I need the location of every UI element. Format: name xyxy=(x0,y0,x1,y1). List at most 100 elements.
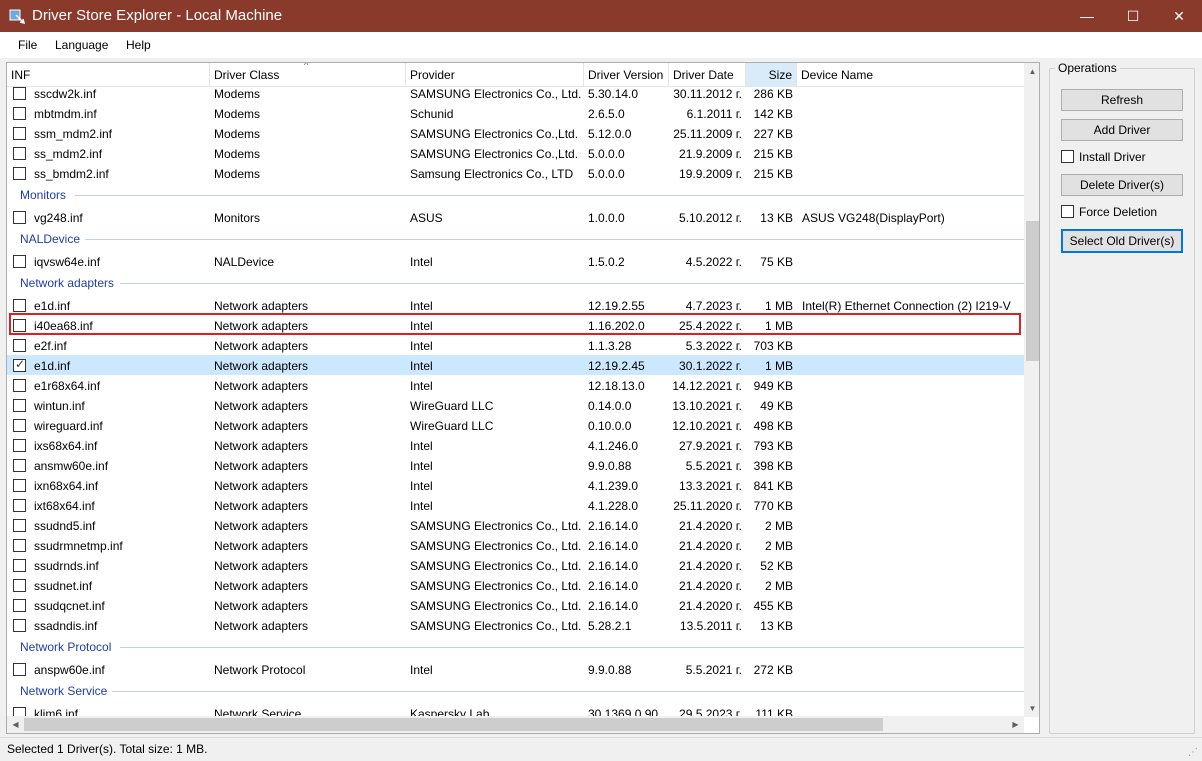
row-checkbox[interactable] xyxy=(13,439,26,452)
table-row[interactable]: ansmw60e.inf Network adapters Intel 9.9.0.8… xyxy=(7,455,1024,475)
resize-grip-icon[interactable]: ⋰ xyxy=(1188,747,1200,759)
group-divider xyxy=(120,647,1024,648)
group-header-monitors[interactable]: Monitors xyxy=(7,183,1024,207)
driver-list[interactable]: INF Driver Class ^ Provider Driver Versi… xyxy=(6,62,1040,734)
row-checkbox[interactable] xyxy=(13,255,26,268)
horizontal-scroll-thumb[interactable] xyxy=(24,718,883,731)
delete-drivers-button[interactable]: Delete Driver(s) xyxy=(1061,174,1183,196)
table-row[interactable]: ssm_mdm2.inf Modems SAMSUNG Electronics Co… xyxy=(7,123,1024,143)
install-driver-checkbox-box[interactable] xyxy=(1061,150,1074,163)
row-checkbox[interactable] xyxy=(13,599,26,612)
table-row[interactable]: ssudnet.inf Network adapters SAMSUNG Elect… xyxy=(7,575,1024,595)
group-header-network-protocol[interactable]: Network Protocol xyxy=(7,635,1024,659)
table-row[interactable]: anspw60e.inf Network Protocol Intel 9.9.0.8… xyxy=(7,659,1024,679)
row-checkbox[interactable] xyxy=(13,379,26,392)
minimize-button[interactable]: — xyxy=(1064,0,1110,32)
size-cell: 227 KB xyxy=(753,127,793,141)
table-row[interactable]: e1r68x64.inf Network adapters Intel 12.18.1… xyxy=(7,375,1024,395)
driver-date-cell: 21.4.2020 г. xyxy=(679,559,742,573)
column-header-driver-date[interactable]: Driver Date xyxy=(669,63,746,87)
group-header-naldevice[interactable]: NALDevice xyxy=(7,227,1024,251)
table-row[interactable]: mbtmdm.inf Modems Schunid 2.6.5.0 6.1.2011 г… xyxy=(7,103,1024,123)
menu-file[interactable]: File xyxy=(18,38,37,52)
driver-version-cell: 9.9.0.88 xyxy=(588,459,632,473)
row-checkbox[interactable] xyxy=(13,499,26,512)
menu-help[interactable]: Help xyxy=(126,38,151,52)
table-row[interactable]: ixn68x64.inf Network adapters Intel 4.1.239… xyxy=(7,475,1024,495)
table-row[interactable]: ssudqcnet.inf Network adapters SAMSUNG Ele… xyxy=(7,595,1024,615)
driver-class-cell: Modems xyxy=(214,147,261,161)
table-row[interactable]: iqvsw64e.inf NALDevice Intel 1.5.0.2 4.5.202… xyxy=(7,251,1024,271)
row-checkbox[interactable] xyxy=(13,167,26,180)
table-row[interactable]: ss_mdm2.inf Modems SAMSUNG Electronics Co.… xyxy=(7,143,1024,163)
force-deletion-checkbox[interactable]: Force Deletion xyxy=(1061,205,1157,219)
vertical-scrollbar[interactable]: ▲ ▼ xyxy=(1024,63,1039,717)
column-header-provider[interactable]: Provider xyxy=(406,63,584,87)
group-header-network-service[interactable]: Network Service xyxy=(7,679,1024,703)
inf-cell: ixn68x64.inf xyxy=(34,479,99,493)
table-row[interactable]: ixt68x64.inf Network adapters Intel 4.1.228… xyxy=(7,495,1024,515)
app-icon xyxy=(9,9,26,25)
row-checkbox[interactable] xyxy=(13,107,26,120)
column-header-device-name[interactable]: Device Name xyxy=(797,63,1026,87)
table-row[interactable]: e2f.inf Network adapters Intel 1.1.3.28 5.3.… xyxy=(7,335,1024,355)
row-checkbox[interactable] xyxy=(13,663,26,676)
row-checkbox[interactable] xyxy=(13,87,26,100)
row-checkbox[interactable] xyxy=(13,619,26,632)
row-checkbox[interactable] xyxy=(13,539,26,552)
menu-language[interactable]: Language xyxy=(55,38,108,52)
inf-cell: ixt68x64.inf xyxy=(34,499,95,513)
table-row[interactable]: vg248.inf Monitors ASUS 1.0.0.0 5.10.2012 г.… xyxy=(7,207,1024,227)
row-checkbox[interactable] xyxy=(13,579,26,592)
size-cell: 455 KB xyxy=(753,599,793,613)
inf-cell: e1d.inf xyxy=(34,299,71,313)
table-row[interactable]: klim6.inf Network Service Kaspersky Lab 30.… xyxy=(7,703,1024,717)
horizontal-scrollbar[interactable]: ◀ ▶ xyxy=(7,716,1024,733)
scroll-down-icon[interactable]: ▼ xyxy=(1024,700,1039,717)
row-checkbox[interactable] xyxy=(13,459,26,472)
column-header-size[interactable]: Size xyxy=(746,63,797,87)
table-row[interactable]: ixs68x64.inf Network adapters Intel 4.1.246… xyxy=(7,435,1024,455)
driver-version-cell: 5.12.0.0 xyxy=(588,127,632,141)
row-checkbox[interactable] xyxy=(13,299,26,312)
row-checkbox[interactable] xyxy=(13,519,26,532)
inf-cell: ixs68x64.inf xyxy=(34,439,98,453)
table-row[interactable]: ssudrmnetmp.inf Network adapters SAMSUNG E… xyxy=(7,535,1024,555)
row-checkbox[interactable] xyxy=(13,419,26,432)
scroll-right-icon[interactable]: ▶ xyxy=(1007,716,1024,733)
size-cell: 498 KB xyxy=(753,419,793,433)
driver-class-cell: Network adapters xyxy=(214,439,309,453)
row-checkbox[interactable] xyxy=(13,211,26,224)
table-row[interactable]: ssudnd5.inf Network adapters SAMSUNG Elect… xyxy=(7,515,1024,535)
driver-date-cell: 30.11.2012 г. xyxy=(673,87,742,101)
table-row[interactable]: e1d.inf Network adapters Intel 12.19.2.55 4.… xyxy=(7,295,1024,315)
column-header-inf[interactable]: INF xyxy=(7,63,210,87)
row-checkbox[interactable] xyxy=(13,357,26,372)
table-row[interactable]: ssudrnds.inf Network adapters SAMSUNG Elec… xyxy=(7,555,1024,575)
close-button[interactable]: ✕ xyxy=(1156,0,1202,32)
row-checkbox[interactable] xyxy=(13,479,26,492)
group-header-network-adapters[interactable]: Network adapters xyxy=(7,271,1024,295)
add-driver-button[interactable]: Add Driver xyxy=(1061,119,1183,141)
scroll-left-icon[interactable]: ◀ xyxy=(7,716,24,733)
row-checkbox[interactable] xyxy=(13,399,26,412)
install-driver-checkbox[interactable]: Install Driver xyxy=(1061,150,1146,164)
refresh-button[interactable]: Refresh xyxy=(1061,89,1183,111)
row-checkbox[interactable] xyxy=(13,147,26,160)
row-checkbox[interactable] xyxy=(13,127,26,140)
maximize-button[interactable]: ☐ xyxy=(1110,0,1156,32)
scroll-up-icon[interactable]: ▲ xyxy=(1024,63,1039,80)
provider-cell: Schunid xyxy=(410,107,454,121)
row-checkbox[interactable] xyxy=(13,339,26,352)
select-old-drivers-button[interactable]: Select Old Driver(s) xyxy=(1061,229,1183,253)
table-row[interactable]: ss_bmdm2.inf Modems Samsung Electronics Co… xyxy=(7,163,1024,183)
table-row[interactable]: e1d.inf Network adapters Intel 12.19.2.45 30… xyxy=(7,355,1024,375)
row-checkbox[interactable] xyxy=(13,559,26,572)
vertical-scroll-thumb[interactable] xyxy=(1026,221,1039,361)
table-row[interactable]: wintun.inf Network adapters WireGuard LLC 0… xyxy=(7,395,1024,415)
table-row[interactable]: sscdw2k.inf Modems SAMSUNG Electronics Co.… xyxy=(7,87,1024,103)
column-header-driver-version[interactable]: Driver Version xyxy=(584,63,669,87)
table-row[interactable]: wireguard.inf Network adapters WireGuard L… xyxy=(7,415,1024,435)
table-row[interactable]: ssadndis.inf Network adapters SAMSUNG Elec… xyxy=(7,615,1024,635)
force-deletion-checkbox-box[interactable] xyxy=(1061,205,1074,218)
